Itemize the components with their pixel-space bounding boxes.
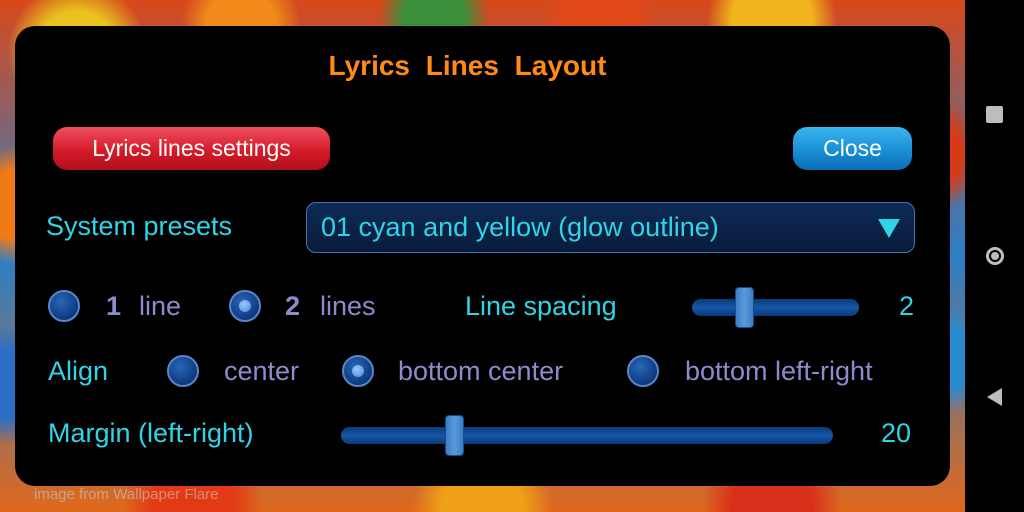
dropdown-arrow-icon <box>878 219 900 238</box>
margin-slider-track[interactable] <box>341 427 833 444</box>
dialog-title-text: Lyrics Lines Layout <box>328 50 607 81</box>
home-button[interactable] <box>965 236 1024 276</box>
line-spacing-slider-thumb[interactable] <box>734 287 754 328</box>
radio-align-center-label: center <box>224 356 300 386</box>
radio-2-lines-label: lines <box>320 291 376 321</box>
margin-value: 20 <box>881 418 912 448</box>
recents-square-icon <box>986 105 1003 123</box>
system-presets-value: 01 cyan and yellow (glow outline) <box>321 212 719 242</box>
dialog-title: Lyrics Lines Layout <box>15 50 950 82</box>
radio-align-bottom-center[interactable] <box>342 355 374 387</box>
line-spacing-value: 2 <box>899 291 915 321</box>
radio-align-center[interactable] <box>167 355 199 387</box>
home-circle-icon <box>985 247 1004 265</box>
close-button[interactable]: Close <box>793 127 912 170</box>
system-presets-dropdown[interactable]: 01 cyan and yellow (glow outline) <box>306 202 915 253</box>
radio-2-lines[interactable] <box>229 290 261 322</box>
system-presets-label: System presets <box>46 211 233 241</box>
line-spacing-slider-track[interactable] <box>692 299 859 316</box>
lyrics-layout-dialog: Lyrics Lines Layout Lyrics lines setting… <box>15 26 950 486</box>
lyrics-lines-settings-button[interactable]: Lyrics lines settings <box>53 127 330 170</box>
radio-1-line-number: 1 <box>106 291 122 321</box>
radio-align-bottom-center-label: bottom center <box>398 356 564 386</box>
line-spacing-label: Line spacing <box>465 291 617 321</box>
radio-1-line-label: line <box>139 291 182 321</box>
android-navigation-bar <box>965 0 1024 512</box>
margin-label: Margin (left-right) <box>48 418 254 448</box>
radio-align-bottom-left-right[interactable] <box>627 355 659 387</box>
margin-slider-thumb[interactable] <box>445 415 465 456</box>
back-triangle-icon <box>987 388 1002 406</box>
recents-button[interactable] <box>965 94 1024 134</box>
wallpaper-watermark: image from Wallpaper Flare <box>34 486 219 503</box>
align-label: Align <box>48 356 109 386</box>
radio-2-lines-number: 2 <box>285 291 301 321</box>
back-button[interactable] <box>965 377 1024 417</box>
radio-1-line[interactable] <box>48 290 80 322</box>
radio-align-bottom-left-right-label: bottom left-right <box>685 356 873 386</box>
